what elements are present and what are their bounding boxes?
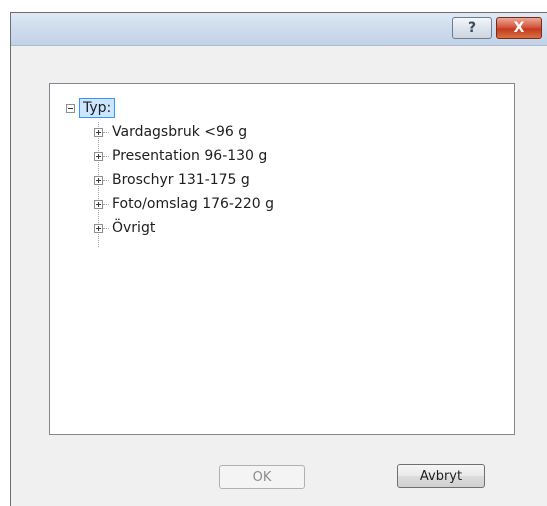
close-icon: X [513,20,525,36]
collapse-icon[interactable] [66,103,75,113]
tree-item-label[interactable]: Presentation 96-130 g [112,148,267,164]
cancel-button-label: Avbryt [419,468,463,484]
dialog-window: ? X Typ: Vardagsbruk <96 g Presentation … [10,12,547,506]
tree-root-label[interactable]: Typ: [79,98,116,118]
tree-item-ovrigt[interactable]: Övrigt [94,218,155,238]
tree-connector-dot [103,203,109,205]
tree-item-broschyr[interactable]: Broschyr 131-175 g [94,170,250,190]
tree-item-vardagsbruk[interactable]: Vardagsbruk <96 g [94,122,247,142]
tree-item-label[interactable]: Vardagsbruk <96 g [112,124,247,140]
tree-root-node[interactable]: Typ: [66,98,116,118]
ok-button-label: OK [252,469,272,485]
title-bar: ? X [11,13,547,46]
expand-icon[interactable] [94,151,103,161]
expand-icon[interactable] [94,175,103,185]
tree-item-label[interactable]: Övrigt [112,220,155,236]
expand-icon[interactable] [94,223,103,233]
paper-type-tree[interactable]: Typ: Vardagsbruk <96 g Presentation 96-1… [49,83,515,435]
help-button[interactable]: ? [452,17,492,39]
expand-icon[interactable] [94,127,103,137]
ok-button[interactable]: OK [219,465,305,489]
tree-item-label[interactable]: Broschyr 131-175 g [112,172,250,188]
tree-item-label[interactable]: Foto/omslag 176-220 g [112,196,274,212]
expand-icon[interactable] [94,199,103,209]
tree-item-presentation[interactable]: Presentation 96-130 g [94,146,267,166]
tree-connector-dot [103,155,109,157]
tree-connector-dot [103,227,109,229]
cancel-button[interactable]: Avbryt [397,464,485,488]
tree-item-foto-omslag[interactable]: Foto/omslag 176-220 g [94,194,274,214]
tree-connector-dot [103,179,109,181]
close-button[interactable]: X [496,17,542,39]
help-icon: ? [467,20,477,36]
tree-connector-dot [103,131,109,133]
